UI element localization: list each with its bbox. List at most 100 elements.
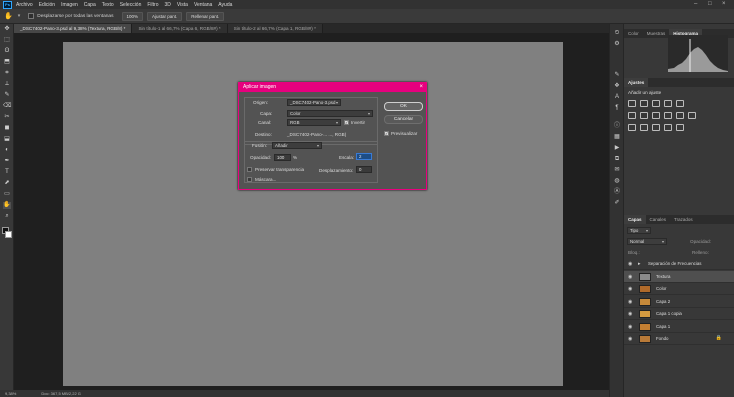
layer-row[interactable]: ◉ Color [624,283,734,295]
eye-icon[interactable]: ◉ [628,261,632,267]
notes-icon[interactable]: ✉ [613,167,621,174]
levels-icon[interactable] [640,100,648,107]
menu-seleccion[interactable]: Selección [120,2,142,8]
adobe-icon[interactable]: Ⓐ [613,189,621,196]
menu-3d[interactable]: 3D [165,2,171,8]
type-tool-icon[interactable]: T [3,169,11,176]
brush-settings-icon[interactable]: ✎ [613,72,621,79]
fusion-select[interactable]: Añadir ▾ [272,142,322,149]
status-zoom[interactable]: 9,38% [5,391,16,396]
tab-trazados[interactable]: Trazados [670,215,697,224]
ok-button[interactable]: OK [384,102,423,111]
minimize-button[interactable]: – [694,1,697,7]
tab-muestras[interactable]: Muestras [643,29,670,38]
eraser-tool-icon[interactable]: ⌫ [3,103,11,110]
eye-icon[interactable]: ◉ [628,274,632,280]
pen-tool-icon[interactable]: ✒ [3,158,11,165]
gradient-map-icon[interactable] [664,124,672,131]
eye-icon[interactable]: ◉ [628,311,632,317]
tab-dsc7402[interactable]: _DSC7402-Pano-3.psd al 9,38% (Textura, R… [14,24,133,33]
menu-archivo[interactable]: Archivo [16,2,33,8]
cancel-button[interactable]: Cancelar [384,115,423,124]
hue-sat-icon[interactable] [628,112,636,119]
scroll-all-checkbox[interactable] [28,13,35,19]
marquee-tool-icon[interactable]: ⬚ [3,37,11,44]
zoom-tool-icon[interactable]: ⌕ [3,213,11,220]
close-window-button[interactable]: × [722,1,726,7]
exposure-icon[interactable] [664,100,672,107]
invert-icon[interactable] [628,124,636,131]
mascara-checkbox[interactable] [247,177,252,182]
tab-capas[interactable]: Capas [624,215,646,224]
plugin-icon[interactable]: ◍ [613,178,621,185]
menu-ayuda[interactable]: Ayuda [218,2,232,8]
dodge-tool-icon[interactable]: ◐ [3,147,11,154]
escala-input[interactable]: 2 [356,153,372,160]
crop-tool-icon[interactable]: ⌗ [3,70,11,77]
character-icon[interactable]: A [613,94,621,101]
dialog-title[interactable]: Aplicar imagen [239,83,426,92]
menu-vista[interactable]: Vista [177,2,188,8]
tab-ajustes[interactable]: Ajustes [624,78,649,87]
history-icon[interactable]: ⏲ [613,30,621,37]
lock-icon[interactable]: 🔒 [716,335,722,341]
maximize-button[interactable]: □ [708,1,712,7]
channel-mixer-icon[interactable] [676,112,684,119]
actions-icon[interactable]: ▶ [613,145,621,152]
blend-mode-select[interactable]: Normal ▾ [627,238,667,245]
brightness-icon[interactable] [628,100,636,107]
background-color-swatch[interactable] [5,231,12,238]
swatches-icon[interactable]: ▦ [613,134,621,141]
tab-sin-titulo-2[interactable]: Sin título-2 al 66,7% (Capa 1, RGB/8#) * [227,24,323,33]
eye-icon[interactable]: ◉ [628,299,632,305]
fit-screen-button[interactable]: Ajustar pant. [147,11,183,21]
eye-icon[interactable]: ◉ [628,324,632,330]
eye-icon[interactable]: ◉ [628,286,632,292]
path-select-tool-icon[interactable]: ⬈ [3,180,11,187]
clone-source-icon[interactable]: ❖ [613,83,621,90]
properties-icon[interactable]: ⚙ [613,41,621,48]
capa-select[interactable]: Color ▾ [287,110,373,117]
menu-filtro[interactable]: Filtro [147,2,158,8]
eye-icon[interactable]: ◉ [628,336,632,342]
origen-select[interactable]: _DSC7402-Pano-3.psd ▾ [287,99,341,106]
menu-texto[interactable]: Texto [102,2,114,8]
eyedropper-tool-icon[interactable]: ⟂ [3,81,11,88]
invertir-checkbox[interactable]: ✓ [344,120,349,125]
menu-capa[interactable]: Capa [84,2,96,8]
zoom-100-button[interactable]: 100% [121,11,144,21]
shape-tool-icon[interactable]: ▭ [3,191,11,198]
selective-color-icon[interactable] [676,124,684,131]
close-icon[interactable]: × [419,83,423,92]
layer-row[interactable]: ◉ Textura [624,270,734,283]
layer-row[interactable]: ◉ Capa 2 [624,296,734,308]
vibrance-icon[interactable] [676,100,684,107]
chevron-down-icon[interactable]: ▾ [18,13,21,19]
hand-tool-icon[interactable]: ✋ [4,12,13,20]
menu-edicion[interactable]: Edición [39,2,55,8]
paragraph-icon[interactable]: ¶ [613,105,621,112]
fill-screen-button[interactable]: Rellenar pant. [186,11,225,21]
gradient-tool-icon[interactable]: ⬓ [3,136,11,143]
tab-canales[interactable]: Canales [646,215,671,224]
layer-row[interactable]: ◉ Capa 1 copia [624,308,734,320]
photo-filter-icon[interactable] [664,112,672,119]
menu-imagen[interactable]: Imagen [61,2,78,8]
opacidad-input[interactable]: 100 [274,154,291,161]
folder-icon[interactable]: ▸ [638,261,641,267]
layer-row[interactable]: ◉ Capa 1 [624,321,734,333]
layer-comps-icon[interactable]: ⧉ [613,156,621,163]
history-brush-icon[interactable]: ◼ [3,125,11,132]
menu-ventana[interactable]: Ventana [194,2,212,8]
color-balance-icon[interactable] [640,112,648,119]
threshold-icon[interactable] [652,124,660,131]
color-lookup-icon[interactable] [688,112,696,119]
preservar-checkbox[interactable] [247,167,252,172]
tab-color[interactable]: Color [624,29,643,38]
desplazamiento-input[interactable]: 0 [356,166,372,173]
layer-filter-select[interactable]: Tipo ▾ [627,227,651,234]
bw-icon[interactable] [652,112,660,119]
tab-sin-titulo-1[interactable]: Sin título-1 al 66,7% (Capa 6, RGB/8#) * [132,24,228,33]
info-icon[interactable]: ⓘ [613,123,621,130]
move-tool-icon[interactable]: ✥ [3,26,11,33]
